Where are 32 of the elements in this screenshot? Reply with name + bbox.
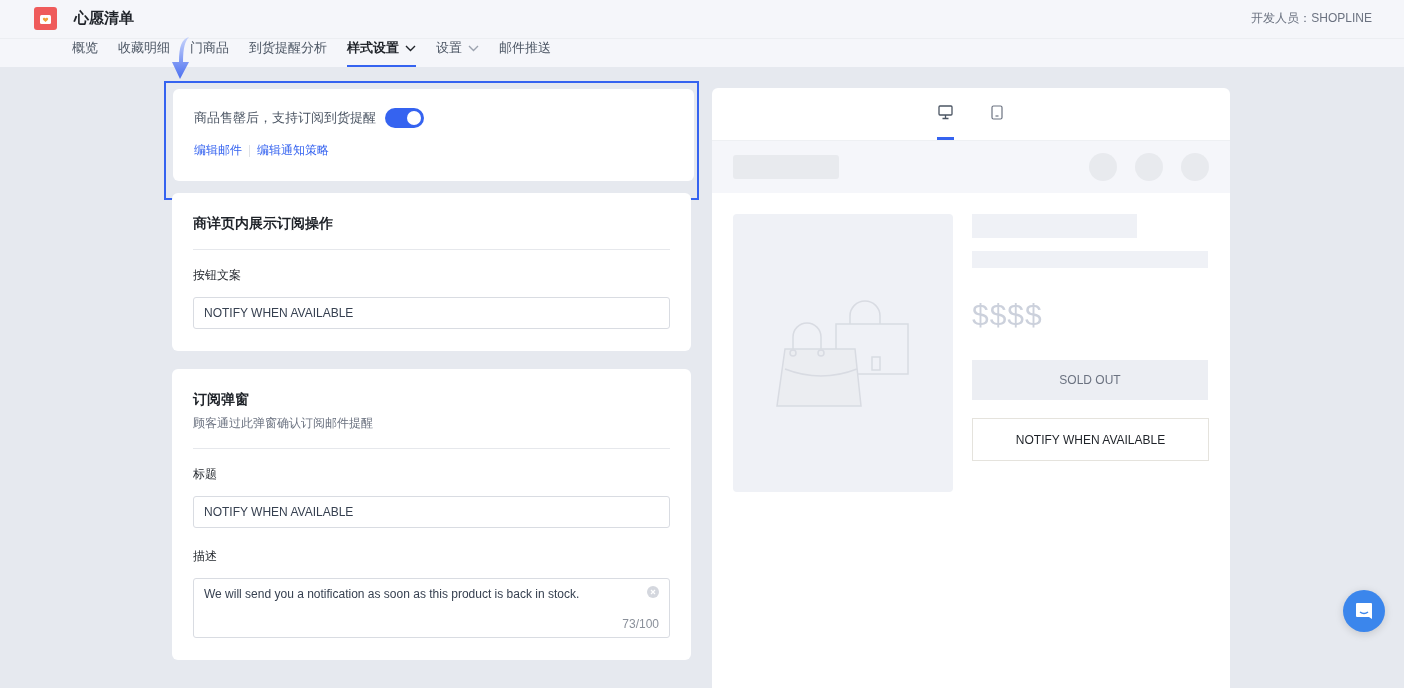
tablet-icon [991, 105, 1003, 120]
price-text: $$$$ [972, 298, 1044, 332]
chat-icon [1354, 601, 1374, 621]
field-label: 描述 [193, 548, 218, 565]
nav-tab[interactable]: 邮件推送 [499, 39, 551, 67]
pointer-arrow-icon [171, 36, 190, 80]
input-field[interactable]: NOTIFY WHEN AVAILABLE [193, 297, 670, 329]
nav-tab[interactable]: 到货提醒分析 [249, 39, 327, 67]
section-title: 订阅弹窗 [193, 391, 250, 409]
section-subtitle: 顾客通过此弹窗确认订阅邮件提醒 [193, 415, 374, 432]
chat-button[interactable] [1343, 590, 1385, 632]
nav-tab[interactable]: 概览 [72, 39, 98, 67]
sold-out-bar: SOLD OUT [972, 360, 1208, 400]
notify-button[interactable]: NOTIFY WHEN AVAILABLE [972, 418, 1209, 461]
nav-tab[interactable]: 样式设置 [347, 39, 416, 67]
text-area[interactable]: We will send you a notification as soon as this product is back in stock. 73/100 [193, 578, 670, 638]
input-field[interactable]: NOTIFY WHEN AVAILABLE [193, 496, 670, 528]
edit-link[interactable]: 编辑通知策略 [257, 142, 329, 159]
char-count: 73/100 [622, 617, 659, 631]
developer-label: 开发人员：SHOPLINE [1251, 10, 1372, 28]
restock-label: 商品售罄后，支持订阅到货提醒 [194, 109, 376, 127]
app-title: 心愿清单 [74, 9, 134, 29]
field-label: 标题 [193, 466, 218, 483]
nav-tab[interactable]: 门商品 [190, 39, 229, 67]
section-title: 商详页内展示订阅操作 [193, 215, 334, 233]
edit-link[interactable]: 编辑邮件 [194, 142, 242, 159]
app-logo [34, 7, 57, 31]
toggle-switch[interactable] [385, 108, 424, 128]
nav-tab[interactable]: 设置 [436, 39, 479, 67]
field-label: 按钮文案 [193, 267, 242, 284]
nav-tab[interactable]: 收藏明细 [118, 39, 170, 67]
monitor-icon [937, 105, 953, 120]
